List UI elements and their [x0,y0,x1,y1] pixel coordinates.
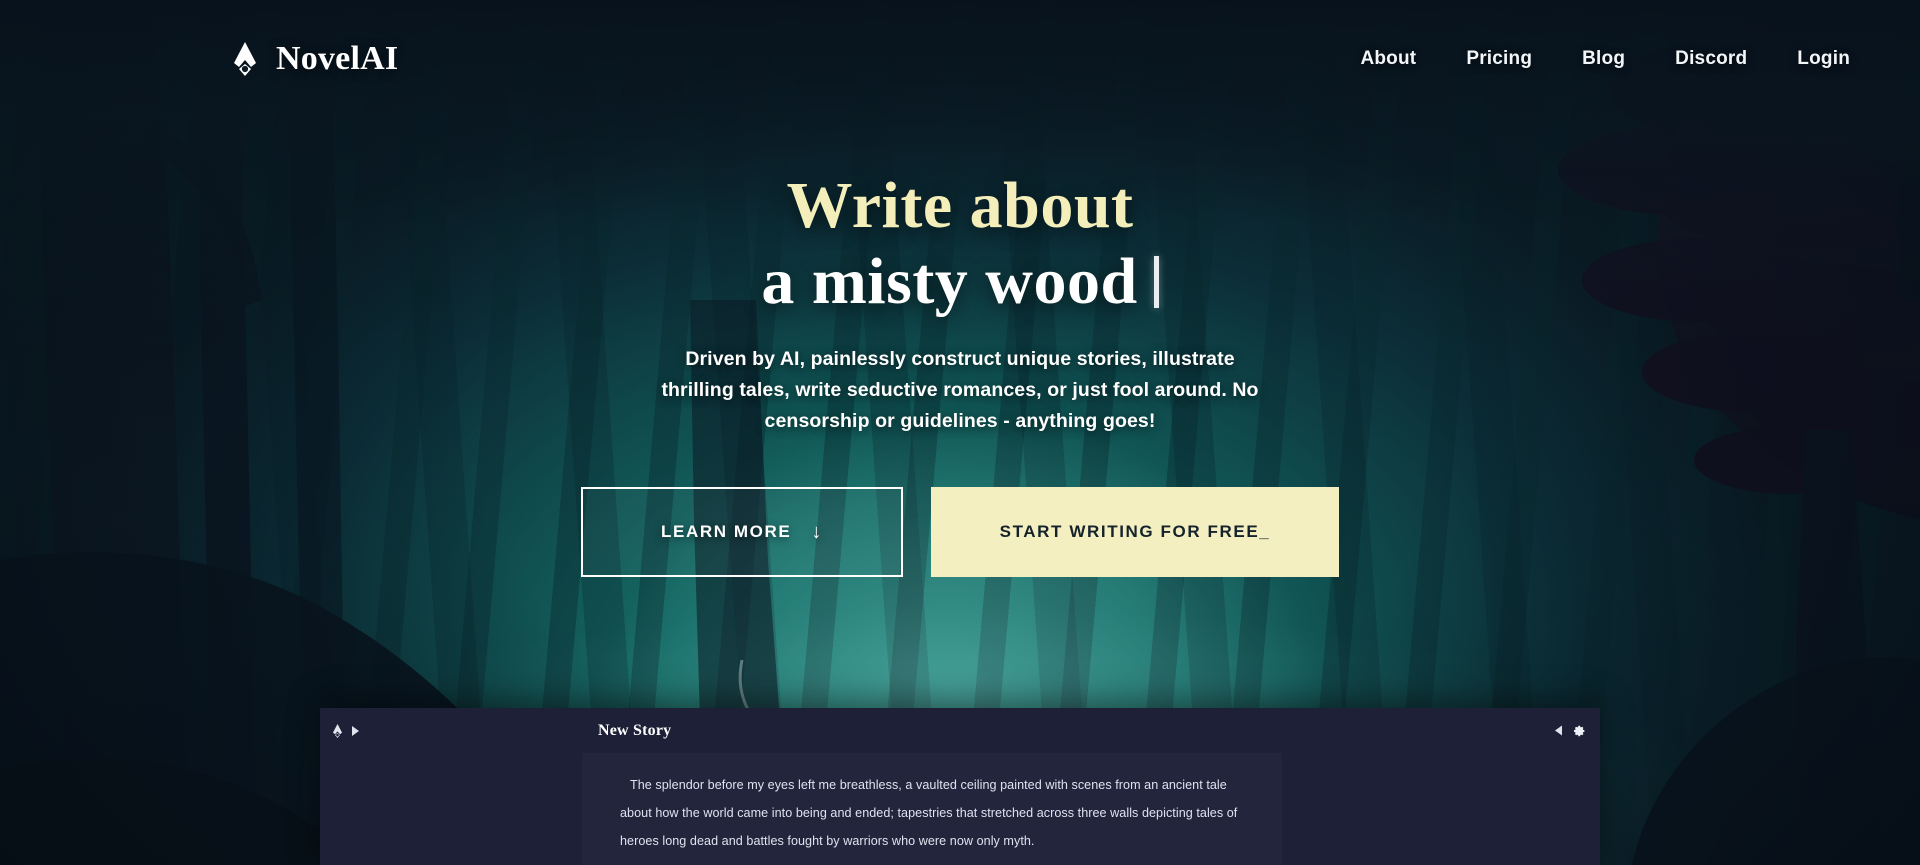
page-root: NovelAI About Pricing Blog Discord Login… [0,0,1920,865]
nav-link-pricing[interactable]: Pricing [1466,48,1532,70]
typing-caret [1153,256,1159,308]
hero-headline-typed-text: a misty wood [761,245,1138,318]
brand-logo[interactable]: NovelAI [232,42,398,76]
pen-nib-icon [232,42,258,76]
editor-right-controls [1555,724,1586,737]
nav-link-login[interactable]: Login [1797,48,1850,70]
editor-left-controls [332,723,359,738]
story-editor-panel: New Story The splendor before my eyes le… [320,708,1600,865]
gear-icon[interactable] [1573,724,1586,737]
editor-toolbar: New Story [320,708,1600,753]
nav-link-about[interactable]: About [1360,48,1416,70]
story-paragraph: The splendor before my eyes left me brea… [620,778,1238,848]
hero-headline-typed-line: a misty wood [761,244,1159,320]
pen-nib-icon[interactable] [332,723,343,738]
chevron-left-icon[interactable] [1555,725,1562,736]
story-text-area[interactable]: The splendor before my eyes left me brea… [582,753,1282,865]
hero-subtitle: Driven by AI, painlessly construct uniqu… [661,348,1259,432]
nav-link-blog[interactable]: Blog [1582,48,1625,70]
chevron-right-icon[interactable] [352,725,359,736]
learn-more-button[interactable]: LEARN MORE ↓ [581,487,903,577]
brand-name: NovelAI [276,40,399,77]
hero-headline-static: Write about [786,169,1134,242]
story-title: New Story [598,721,672,739]
nav-link-discord[interactable]: Discord [1675,48,1747,70]
start-writing-button[interactable]: START WRITING FOR FREE_ [931,487,1339,577]
arrow-down-icon: ↓ [811,521,823,543]
hero-cta-group: LEARN MORE ↓ START WRITING FOR FREE_ [581,487,1339,577]
start-writing-label: START WRITING FOR FREE_ [999,522,1271,541]
main-navigation: About Pricing Blog Discord Login [1360,48,1850,70]
site-header: NovelAI About Pricing Blog Discord Login [0,0,1920,118]
learn-more-label: LEARN MORE [661,522,792,541]
